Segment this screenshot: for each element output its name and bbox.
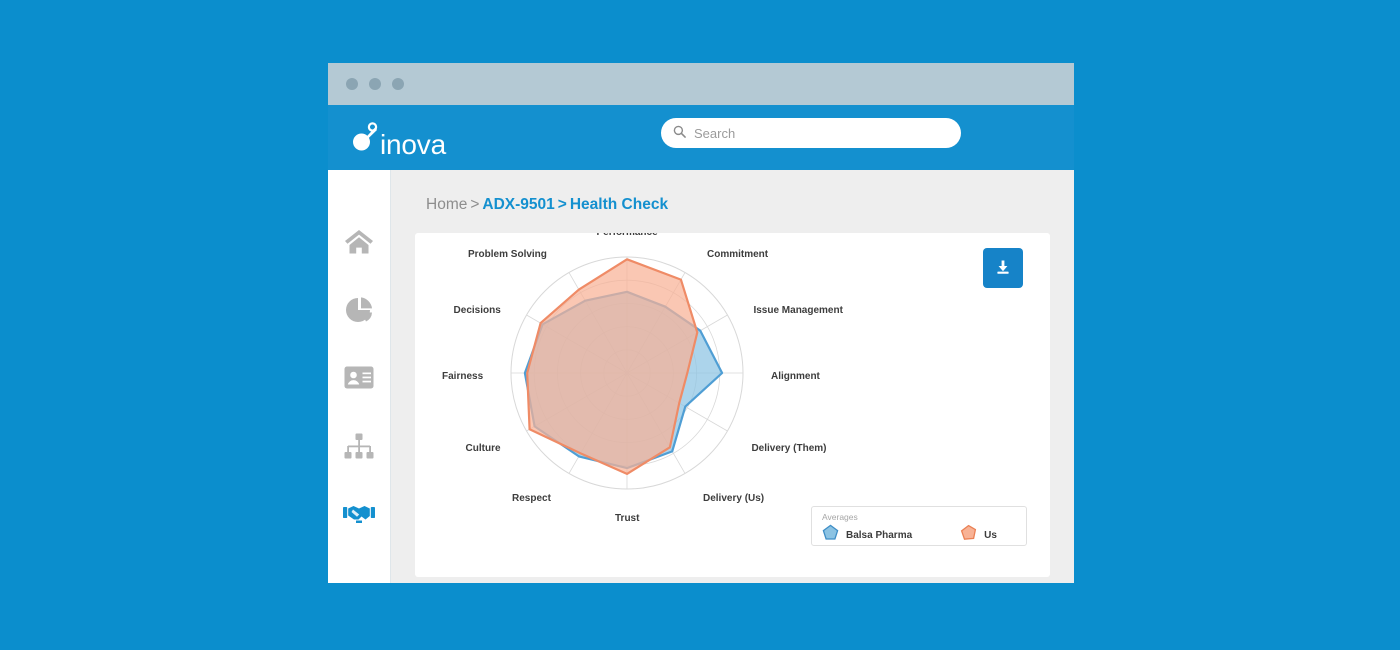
radar-axis-label: Delivery (Us)	[703, 493, 765, 505]
legend-title: Averages	[822, 512, 858, 522]
browser-window: inova Search Home > ADX-9501 > Health Ch…	[328, 63, 1074, 583]
breadcrumb-home[interactable]: Home	[426, 196, 467, 213]
sidebar-item-partnerships[interactable]	[328, 482, 390, 550]
app-body: Home>ADX-9501>Health Check PerformanceCo…	[328, 170, 1074, 583]
radar-axis-label: Commitment	[707, 248, 769, 260]
legend-entry-balsa-pharma[interactable]: Balsa Pharma	[822, 524, 912, 546]
health-check-chart-card: Performance Commitment Issue Management Ali…	[415, 233, 1050, 577]
breadcrumb-current-page: Health Check	[569, 196, 669, 213]
legend-swatch-pentagon-icon	[822, 524, 839, 546]
breadcrumb-separator: >	[557, 196, 567, 213]
sidebar	[328, 170, 391, 583]
sitemap-icon	[344, 433, 374, 464]
radar-axis-label: Respect	[512, 493, 551, 505]
radar-axis-label: Decisions	[453, 305, 501, 316]
breadcrumb: Home > ADX-9501 > Health Check	[426, 196, 1050, 214]
legend-entry-us[interactable]: Us	[960, 524, 997, 546]
search-input[interactable]	[694, 125, 949, 141]
pie-chart-icon	[345, 296, 373, 329]
radar-axis-label: Delivery (Them)	[751, 443, 827, 454]
radar-axis-label: Culture	[465, 443, 501, 454]
search-icon	[673, 125, 686, 143]
maximize-dot[interactable]	[392, 78, 404, 90]
chart-legend: Averages Balsa Pharma Us	[811, 506, 1027, 546]
legend-entries: Balsa Pharma Us	[822, 524, 1016, 546]
sidebar-item-contacts[interactable]	[328, 346, 390, 414]
radar-axis-label: Issue Management	[753, 305, 843, 316]
inova-droplet-logo	[350, 122, 378, 157]
home-icon	[344, 229, 374, 260]
breadcrumb-separator: >	[470, 196, 480, 213]
app-header: inova	[328, 105, 1074, 170]
close-dot[interactable]	[346, 78, 358, 90]
radar-axis-label: Problem Solving	[468, 248, 547, 260]
window-title-bar	[328, 63, 1074, 105]
sidebar-item-home[interactable]	[328, 210, 390, 278]
minimize-dot[interactable]	[369, 78, 381, 90]
download-icon	[995, 259, 1011, 278]
legend-swatch-pentagon-icon	[960, 524, 977, 546]
download-button[interactable]	[983, 248, 1023, 288]
radar-axis-label: Fairness	[442, 371, 484, 382]
search-box[interactable]	[661, 118, 961, 148]
id-card-icon	[344, 366, 374, 394]
brand-logo[interactable]: inova	[350, 114, 446, 160]
legend-label: Balsa Pharma	[846, 529, 913, 541]
sidebar-item-analytics[interactable]	[328, 278, 390, 346]
legend-label: Us	[984, 529, 997, 541]
brand-name: inova	[380, 129, 446, 160]
sidebar-item-organization[interactable]	[328, 414, 390, 482]
handshake-icon	[343, 502, 375, 531]
content-area: Home>ADX-9501>Health Check PerformanceCo…	[391, 170, 1074, 583]
radar-axis-label: Performance	[597, 233, 658, 238]
radar-axis-label: Alignment	[771, 371, 820, 382]
radar-axis-label: Trust	[615, 513, 640, 524]
breadcrumb-project[interactable]: ADX-9501	[482, 196, 554, 213]
